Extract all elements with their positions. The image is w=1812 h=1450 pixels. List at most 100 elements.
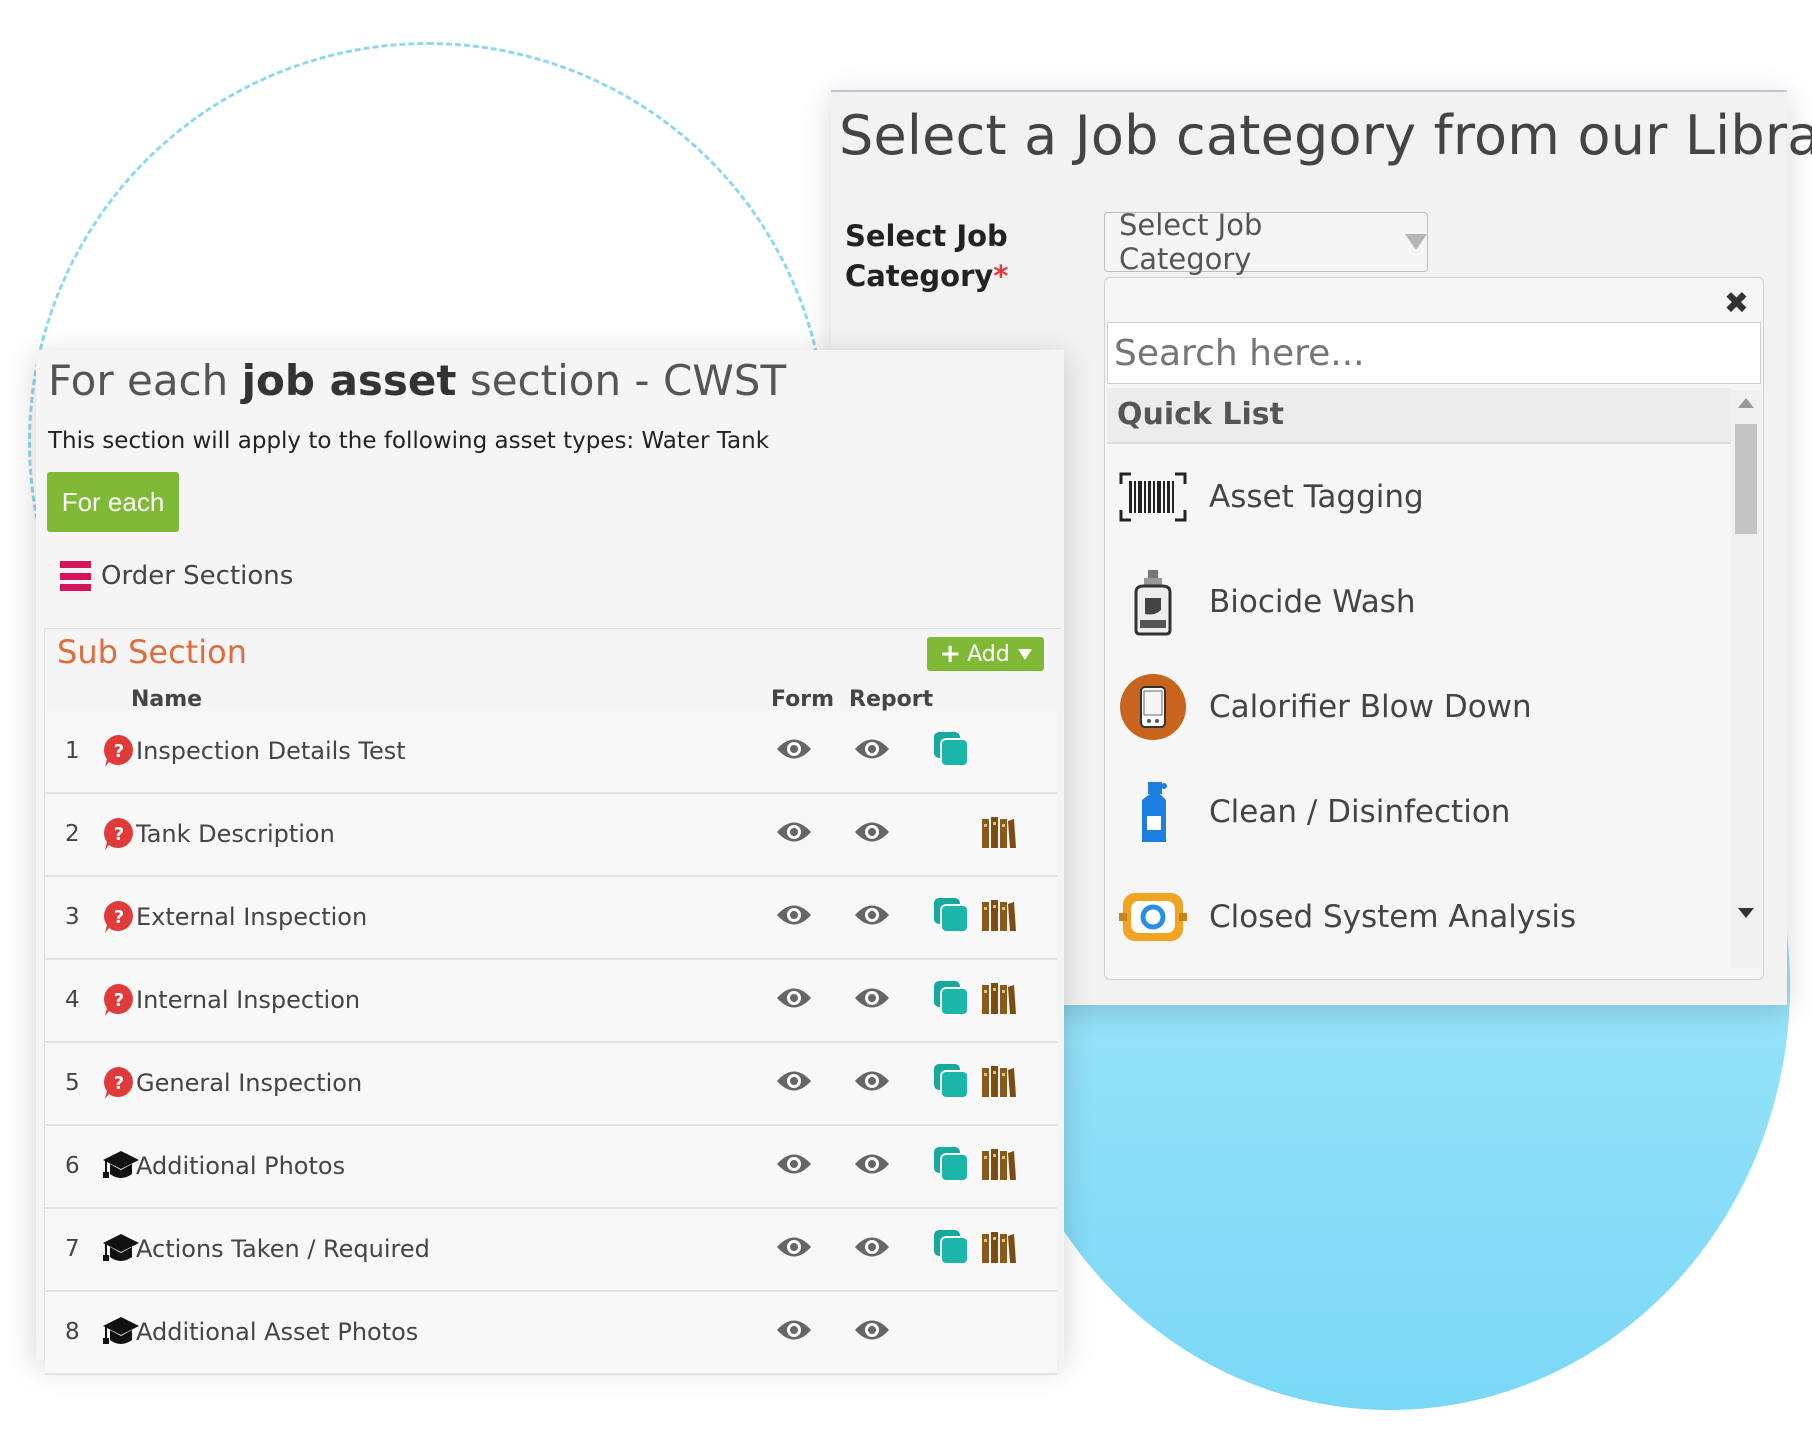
calorifier-icon [1117, 671, 1189, 743]
report-view-eye-icon[interactable] [853, 819, 891, 849]
quick-list-header: Quick List [1107, 388, 1731, 444]
form-view-eye-icon[interactable] [775, 1317, 813, 1347]
select-job-category-label-text: Select Job Category [845, 219, 1008, 293]
add-button[interactable]: + Add [927, 637, 1044, 671]
graduation-cap-icon [101, 1148, 139, 1184]
table-row[interactable]: 1? Inspection Details Test [45, 711, 1057, 794]
question-icon: ? [101, 982, 137, 1018]
title-bold: job asset [241, 356, 457, 405]
table-row[interactable]: 7 Actions Taken / Required [45, 1209, 1057, 1292]
form-view-eye-icon[interactable] [775, 819, 813, 849]
svg-text:?: ? [114, 990, 124, 1011]
sub-section-panel: Sub Section + Add Name Form Report 1? Ins… [44, 628, 1061, 1375]
report-view-eye-icon[interactable] [853, 1317, 891, 1347]
for-each-button[interactable]: For each [47, 472, 179, 532]
list-item-closed-system-analysis[interactable]: Closed System Analysis [1107, 864, 1731, 969]
quick-list: Quick List Asset Tagging Biocide Wash Ca… [1107, 388, 1731, 972]
row-number: 3 [65, 904, 80, 930]
question-icon: ? [101, 816, 137, 852]
table-row[interactable]: 4? Internal Inspection [45, 960, 1057, 1043]
list-item-calorifier-blow-down[interactable]: Calorifier Blow Down [1107, 654, 1731, 759]
row-number: 8 [65, 1319, 80, 1345]
column-header-form: Form [771, 687, 835, 712]
required-asterisk: * [993, 259, 1009, 293]
job-category-select[interactable]: Select Job Category [1104, 208, 1428, 276]
row-name[interactable]: Additional Asset Photos [136, 1292, 418, 1373]
question-icon: ? [101, 733, 137, 769]
dropdown-caret-icon [1405, 234, 1427, 250]
order-sections-icon [60, 561, 91, 591]
list-item-clean-disinfection[interactable]: Clean / Disinfection [1107, 759, 1731, 864]
table-row[interactable]: 5? General Inspection [45, 1043, 1057, 1126]
chevron-down-icon [1017, 648, 1032, 660]
row-name[interactable]: Additional Photos [136, 1126, 345, 1207]
list-item-biocide-wash[interactable]: Biocide Wash [1107, 549, 1731, 654]
copy-icon[interactable] [933, 980, 969, 1020]
column-header-name: Name [131, 687, 203, 712]
report-view-eye-icon[interactable] [853, 1151, 891, 1181]
copy-icon[interactable] [933, 731, 969, 771]
copy-icon[interactable] [933, 1229, 969, 1269]
dropdown-scrollbar[interactable] [1731, 390, 1761, 968]
report-view-eye-icon[interactable] [853, 736, 891, 766]
svg-text:?: ? [114, 907, 124, 928]
library-books-icon[interactable] [981, 898, 1017, 936]
list-item-label: Calorifier Blow Down [1209, 688, 1532, 725]
table-row[interactable]: 6 Additional Photos [45, 1126, 1057, 1209]
row-number: 1 [65, 738, 80, 764]
scroll-up-icon[interactable] [1738, 398, 1754, 408]
order-sections-link[interactable]: Order Sections [60, 561, 293, 591]
asset-section-panel: For each job asset section - CWST This s… [36, 350, 1064, 1375]
barcode-icon [1117, 461, 1189, 533]
library-books-icon[interactable] [981, 1064, 1017, 1102]
select-job-category-label: Select Job Category* [845, 216, 1045, 296]
report-view-eye-icon[interactable] [853, 902, 891, 932]
title-prefix: For each [48, 356, 242, 405]
title-suffix: section - CWST [456, 356, 787, 405]
report-view-eye-icon[interactable] [853, 1068, 891, 1098]
row-name[interactable]: General Inspection [136, 1043, 362, 1124]
form-view-eye-icon[interactable] [775, 1151, 813, 1181]
search-input[interactable] [1107, 322, 1761, 384]
closed-system-icon [1117, 881, 1189, 953]
library-books-icon[interactable] [981, 981, 1017, 1019]
asset-section-title: For each job asset section - CWST [48, 356, 786, 405]
form-view-eye-icon[interactable] [775, 736, 813, 766]
list-item-asset-tagging[interactable]: Asset Tagging [1107, 444, 1731, 549]
table-row[interactable]: 2? Tank Description [45, 794, 1057, 877]
form-view-eye-icon[interactable] [775, 902, 813, 932]
row-name[interactable]: Inspection Details Test [136, 711, 406, 792]
form-view-eye-icon[interactable] [775, 1068, 813, 1098]
graduation-cap-icon [101, 1314, 139, 1350]
report-view-eye-icon[interactable] [853, 985, 891, 1015]
row-name[interactable]: Actions Taken / Required [136, 1209, 430, 1290]
library-books-icon[interactable] [981, 815, 1017, 853]
plus-icon: + [939, 639, 962, 669]
spray-bottle-icon [1117, 776, 1189, 848]
sub-section-list: 1? Inspection Details Test 2? Tank Descript… [45, 711, 1057, 1375]
question-icon: ? [101, 1065, 137, 1101]
row-number: 7 [65, 1236, 80, 1262]
library-books-icon[interactable] [981, 1147, 1017, 1185]
library-books-icon[interactable] [981, 1230, 1017, 1268]
scroll-down-icon[interactable] [1738, 908, 1754, 918]
row-name[interactable]: External Inspection [136, 877, 367, 958]
report-view-eye-icon[interactable] [853, 1234, 891, 1264]
row-name[interactable]: Tank Description [136, 794, 335, 875]
copy-icon[interactable] [933, 897, 969, 937]
row-number: 4 [65, 987, 80, 1013]
copy-icon[interactable] [933, 1146, 969, 1186]
form-view-eye-icon[interactable] [775, 985, 813, 1015]
row-name[interactable]: Internal Inspection [136, 960, 360, 1041]
copy-icon[interactable] [933, 1063, 969, 1103]
biocide-bottle-icon [1117, 566, 1189, 638]
close-icon[interactable]: ✖ [1724, 286, 1749, 321]
form-view-eye-icon[interactable] [775, 1234, 813, 1264]
question-icon: ? [101, 899, 137, 935]
svg-text:?: ? [114, 1073, 124, 1094]
table-row[interactable]: 3? External Inspection [45, 877, 1057, 960]
scroll-thumb[interactable] [1735, 424, 1757, 534]
table-row[interactable]: 8 Additional Asset Photos [45, 1292, 1057, 1375]
graduation-cap-icon [101, 1231, 139, 1267]
job-library-title: Select a Job category from our Library [839, 104, 1812, 167]
